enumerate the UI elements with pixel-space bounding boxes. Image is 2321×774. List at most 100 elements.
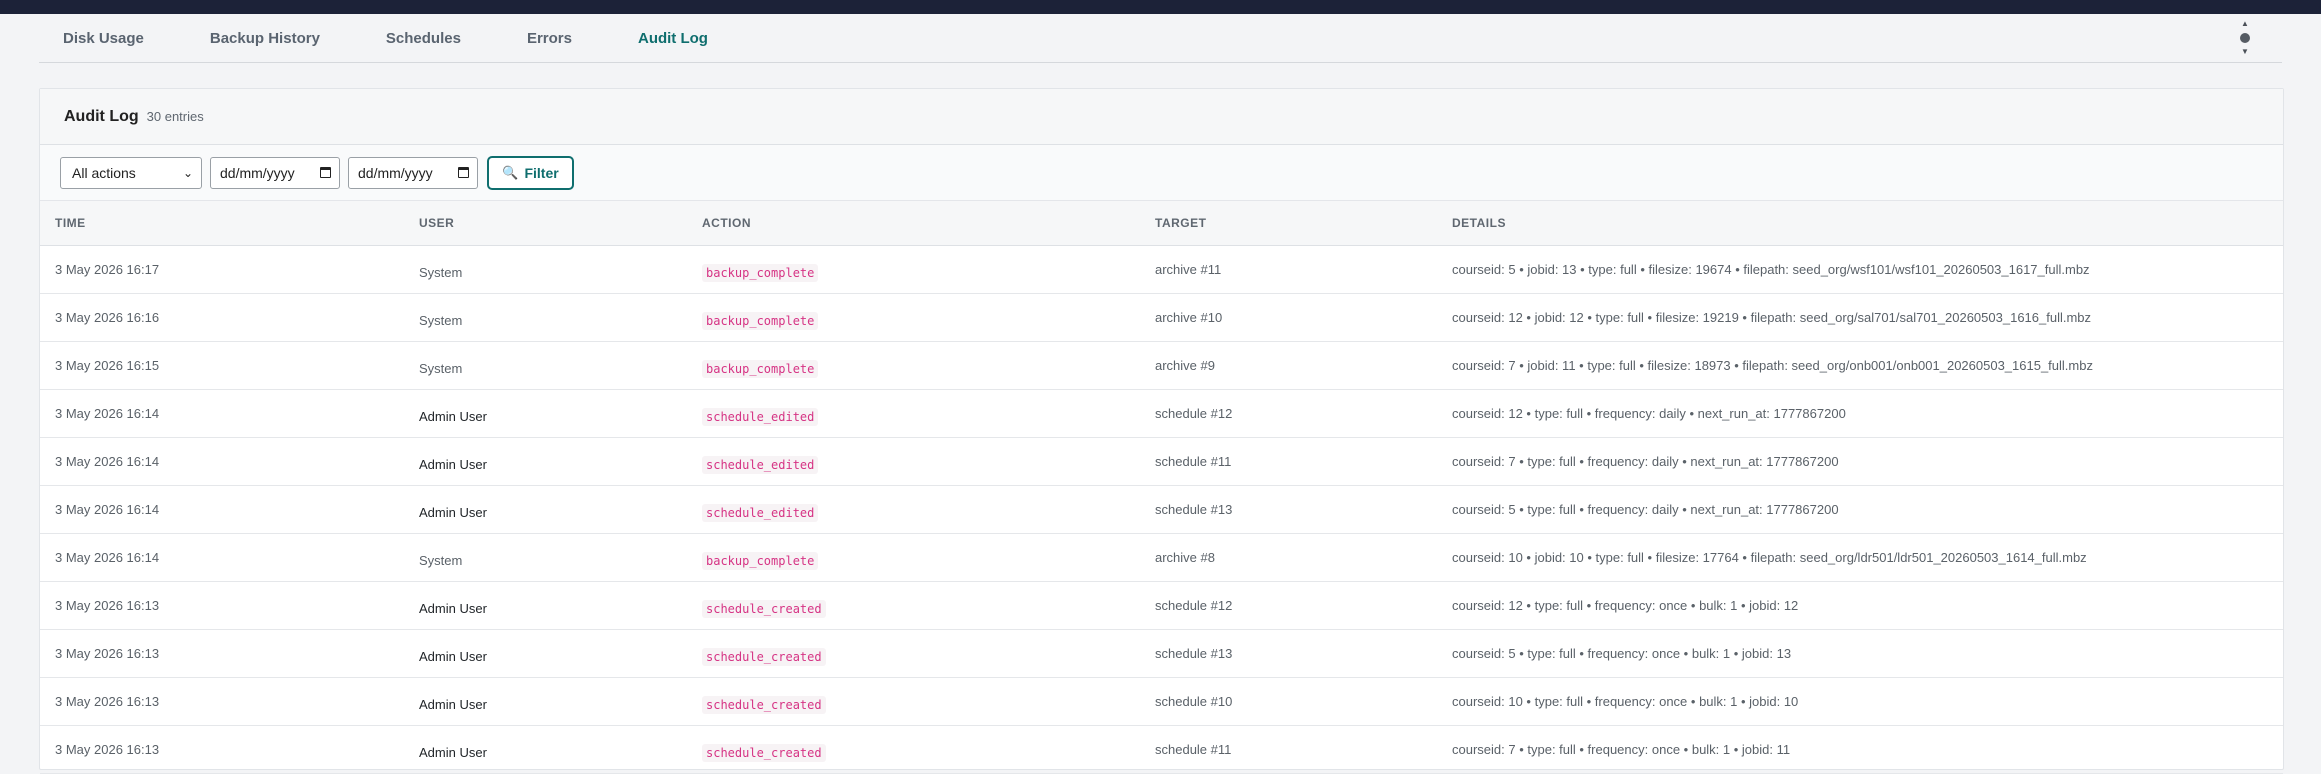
column-header-time[interactable]: TIME [40,216,410,230]
cell-target: schedule #12 [1155,406,1233,421]
action-code: backup_complete [702,312,819,330]
date-to-field[interactable]: dd/mm/yyyy [348,156,478,189]
table-row: 3 May 2026 16:15 System backup_complete … [40,342,2283,390]
table-row: 3 May 2026 16:14 Admin User schedule_edi… [40,390,2283,438]
cell-details: courseid: 12 • jobid: 12 • type: full • … [1452,310,2092,325]
action-code: schedule_created [702,744,826,762]
column-header-details[interactable]: DETAILS [1443,216,2283,230]
cell-time: 3 May 2026 16:13 [55,742,160,757]
cell-target: schedule #13 [1155,646,1233,661]
action-code: schedule_created [702,696,826,714]
filter-button-label: Filter [524,164,559,181]
cell-details: courseid: 12 • type: full • frequency: d… [1452,406,1846,421]
action-code: backup_complete [702,552,819,570]
cell-target: archive #10 [1155,310,1223,325]
cell-target: schedule #11 [1155,742,1232,757]
table-header: TIME USER ACTION TARGET DETAILS [40,201,2283,246]
cell-target: schedule #12 [1155,598,1233,613]
table-row: 3 May 2026 16:14 System backup_complete … [40,534,2283,582]
cell-target: archive #8 [1155,550,1215,565]
action-code: schedule_created [702,648,826,666]
tab-audit-log[interactable]: Audit Log [638,30,708,47]
cell-time: 3 May 2026 16:13 [55,646,160,661]
cell-action: schedule_created [693,648,1146,666]
cell-user: System [419,313,463,328]
filter-button[interactable]: 🔍 Filter [487,155,574,190]
cell-details: courseid: 5 • type: full • frequency: on… [1452,646,1792,661]
cell-user: Admin User [419,649,487,664]
table-row: 3 May 2026 16:13 Admin User schedule_cre… [40,678,2283,726]
cell-time: 3 May 2026 16:14 [55,454,160,469]
date-to-placeholder: dd/mm/yyyy [358,164,433,181]
cell-time: 3 May 2026 16:14 [55,502,160,517]
audit-log-card: Audit Log 30 entries All actions ⌄ dd/mm… [39,88,2284,774]
cell-details: courseid: 7 • type: full • frequency: da… [1452,454,1839,469]
filter-bar: All actions ⌄ dd/mm/yyyy dd/mm/yyyy 🔍 Fi… [40,145,2283,201]
action-code: schedule_created [702,600,826,618]
cell-user: System [419,361,463,376]
cell-time: 3 May 2026 16:15 [55,358,160,373]
kebab-menu-icon[interactable]: ▲ ▼ [2238,20,2252,56]
tab-bar: Disk Usage Backup History Schedules Erro… [39,14,2282,63]
tab-backup-history[interactable]: Backup History [210,30,320,47]
cell-time: 3 May 2026 16:14 [55,550,160,565]
table-row: 3 May 2026 16:13 Admin User schedule_cre… [40,630,2283,678]
cell-details: courseid: 10 • jobid: 10 • type: full • … [1452,550,2087,565]
action-code: backup_complete [702,360,819,378]
action-select[interactable]: All actions ⌄ [60,156,202,189]
action-code: schedule_edited [702,408,819,426]
cell-action: schedule_created [693,696,1146,714]
column-header-user[interactable]: USER [410,216,693,230]
calendar-icon[interactable] [320,167,331,178]
card-header: Audit Log 30 entries [40,89,2283,145]
entry-count: 30 entries [146,109,204,124]
cell-time: 3 May 2026 16:13 [55,694,160,709]
table-body: 3 May 2026 16:17 System backup_complete … [40,246,2283,774]
cell-user: Admin User [419,409,487,424]
cell-target: archive #11 [1155,262,1222,277]
cell-target: schedule #10 [1155,694,1233,709]
cell-details: courseid: 5 • jobid: 13 • type: full • f… [1452,262,2090,277]
cell-action: backup_complete [693,360,1146,378]
action-code: backup_complete [702,264,819,282]
cell-target: archive #9 [1155,358,1215,373]
card-title: Audit Log [64,107,139,125]
cell-user: Admin User [419,505,487,520]
cell-time: 3 May 2026 16:13 [55,598,160,613]
top-bar [0,0,2321,14]
cell-action: schedule_created [693,744,1146,762]
caret-up-icon: ▲ [2241,19,2249,28]
calendar-icon[interactable] [458,167,469,178]
column-header-target[interactable]: TARGET [1146,216,1443,230]
tab-disk-usage[interactable]: Disk Usage [63,30,144,47]
tab-schedules[interactable]: Schedules [386,30,461,47]
table-row: 3 May 2026 16:16 System backup_complete … [40,294,2283,342]
menu-dot [2240,33,2250,43]
action-select-value: All actions [72,164,136,181]
cell-action: schedule_created [693,600,1146,618]
table-row: 3 May 2026 16:14 Admin User schedule_edi… [40,486,2283,534]
action-code: schedule_edited [702,456,819,474]
cell-details: courseid: 10 • type: full • frequency: o… [1452,694,1799,709]
search-icon: 🔍 [502,164,519,180]
cell-time: 3 May 2026 16:14 [55,406,160,421]
cell-target: schedule #11 [1155,454,1232,469]
date-from-field[interactable]: dd/mm/yyyy [210,156,340,189]
cell-time: 3 May 2026 16:17 [55,262,160,277]
cell-details: courseid: 5 • type: full • frequency: da… [1452,502,1839,517]
tab-errors[interactable]: Errors [527,30,572,47]
cell-action: backup_complete [693,312,1146,330]
cell-target: schedule #13 [1155,502,1233,517]
action-code: schedule_edited [702,504,819,522]
cell-user: Admin User [419,697,487,712]
date-from-placeholder: dd/mm/yyyy [220,164,295,181]
table-row: 3 May 2026 16:13 Admin User schedule_cre… [40,582,2283,630]
cell-action: schedule_edited [693,408,1146,426]
cell-action: schedule_edited [693,456,1146,474]
cell-user: Admin User [419,601,487,616]
cell-action: schedule_edited [693,504,1146,522]
cell-action: backup_complete [693,552,1146,570]
cell-user: Admin User [419,457,487,472]
table-row: 3 May 2026 16:13 Admin User schedule_cre… [40,726,2283,774]
column-header-action[interactable]: ACTION [693,216,1146,230]
